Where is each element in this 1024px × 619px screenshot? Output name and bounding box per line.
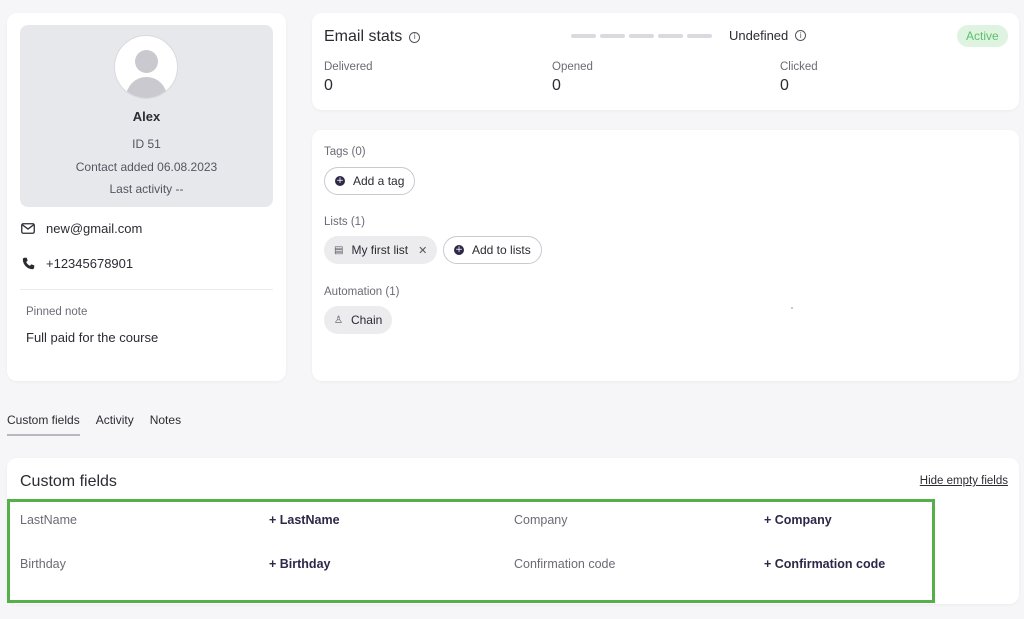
engagement-status-text: Undefined	[729, 28, 789, 43]
workflow-icon: ♙	[334, 314, 343, 326]
contact-email-row[interactable]: new@gmail.com	[20, 218, 142, 238]
add-to-lists-button[interactable]: + Add to lists	[443, 236, 542, 264]
engagement-progress-bar	[571, 34, 712, 38]
stat-delivered-label: Delivered	[324, 61, 373, 73]
divider	[20, 289, 273, 290]
contact-last-activity: Last activity --	[109, 182, 184, 196]
stat-opened-label: Opened	[552, 61, 593, 73]
email-stats-title-text: Email stats	[324, 28, 403, 45]
email-stats-card: Email stats i Undefined i Active Deliver…	[312, 13, 1019, 110]
contact-phone: +12345678901	[46, 255, 134, 271]
info-icon[interactable]: i	[795, 30, 807, 41]
stat-opened-value: 0	[552, 77, 561, 94]
progress-segment	[571, 34, 596, 38]
contact-segments-card: Tags (0) + Add a tag Lists (1) ▤ My firs…	[312, 130, 1019, 381]
progress-segment	[687, 34, 712, 38]
list-chip-label: My first list	[351, 243, 409, 257]
field-name: LastName	[20, 513, 77, 527]
add-field-value-button[interactable]: + LastName	[269, 513, 340, 527]
contact-name: Alex	[132, 109, 161, 124]
add-field-value-button[interactable]: + Confirmation code	[764, 557, 885, 571]
phone-icon	[20, 255, 36, 271]
stat-clicked-value: 0	[780, 77, 789, 94]
contact-tabs: Custom fields Activity Notes	[7, 413, 181, 436]
close-icon[interactable]: ✕	[418, 244, 427, 257]
stat-opened: Opened 0	[552, 61, 593, 95]
lists-label: Lists (1)	[324, 216, 365, 228]
contact-email: new@gmail.com	[46, 220, 143, 236]
progress-segment	[600, 34, 625, 38]
field-name: Confirmation code	[514, 557, 616, 571]
automation-chip[interactable]: ♙ Chain	[324, 306, 393, 334]
custom-fields-card: Custom fields Hide empty fields LastName…	[7, 458, 1019, 604]
add-field-value-button[interactable]: + Company	[764, 513, 832, 527]
pinned-note-label: Pinned note	[26, 306, 88, 318]
decorative-dot	[791, 307, 793, 309]
tags-label: Tags (0)	[324, 146, 366, 158]
contact-summary: Alex ID 51 Contact added 06.08.2023 Last…	[20, 25, 273, 207]
info-icon[interactable]: i	[409, 31, 421, 43]
avatar	[114, 35, 178, 99]
email-stats-title: Email stats i	[324, 28, 421, 46]
contact-profile-card: Alex ID 51 Contact added 06.08.2023 Last…	[7, 13, 286, 381]
automation-chip-label: Chain	[350, 313, 383, 327]
add-to-lists-label: Add to lists	[472, 243, 531, 257]
list-chip[interactable]: ▤ My first list ✕	[324, 236, 438, 264]
stat-delivered: Delivered 0	[324, 61, 373, 95]
stat-clicked: Clicked 0	[780, 61, 818, 95]
field-name: Company	[514, 513, 568, 527]
hide-empty-fields-link[interactable]: Hide empty fields	[920, 475, 1008, 487]
stat-clicked-label: Clicked	[780, 61, 818, 73]
add-field-value-button[interactable]: + Birthday	[269, 557, 330, 571]
add-tag-label: Add a tag	[353, 174, 405, 188]
contact-id: ID 51	[132, 137, 161, 151]
mail-icon	[20, 220, 36, 236]
tab-notes[interactable]: Notes	[150, 413, 181, 436]
avatar-body	[126, 77, 167, 98]
contact-added-date: Contact added 06.08.2023	[75, 160, 218, 174]
contact-phone-row[interactable]: +12345678901	[20, 253, 133, 273]
avatar-head	[135, 50, 158, 73]
engagement-status: Undefined i	[729, 28, 807, 43]
progress-segment	[658, 34, 683, 38]
list-icon: ▤	[334, 244, 344, 256]
plus-icon: +	[454, 245, 464, 255]
stat-delivered-value: 0	[324, 77, 333, 94]
plus-icon: +	[335, 176, 345, 186]
field-name: Birthday	[20, 557, 66, 571]
tab-activity[interactable]: Activity	[96, 413, 134, 436]
custom-fields-title: Custom fields	[20, 473, 117, 490]
progress-segment	[629, 34, 654, 38]
pinned-note-text[interactable]: Full paid for the course	[26, 330, 158, 345]
status-badge: Active	[957, 25, 1008, 47]
tab-custom-fields[interactable]: Custom fields	[7, 413, 80, 436]
add-tag-button[interactable]: + Add a tag	[324, 167, 416, 195]
automation-label: Automation (1)	[324, 286, 400, 298]
